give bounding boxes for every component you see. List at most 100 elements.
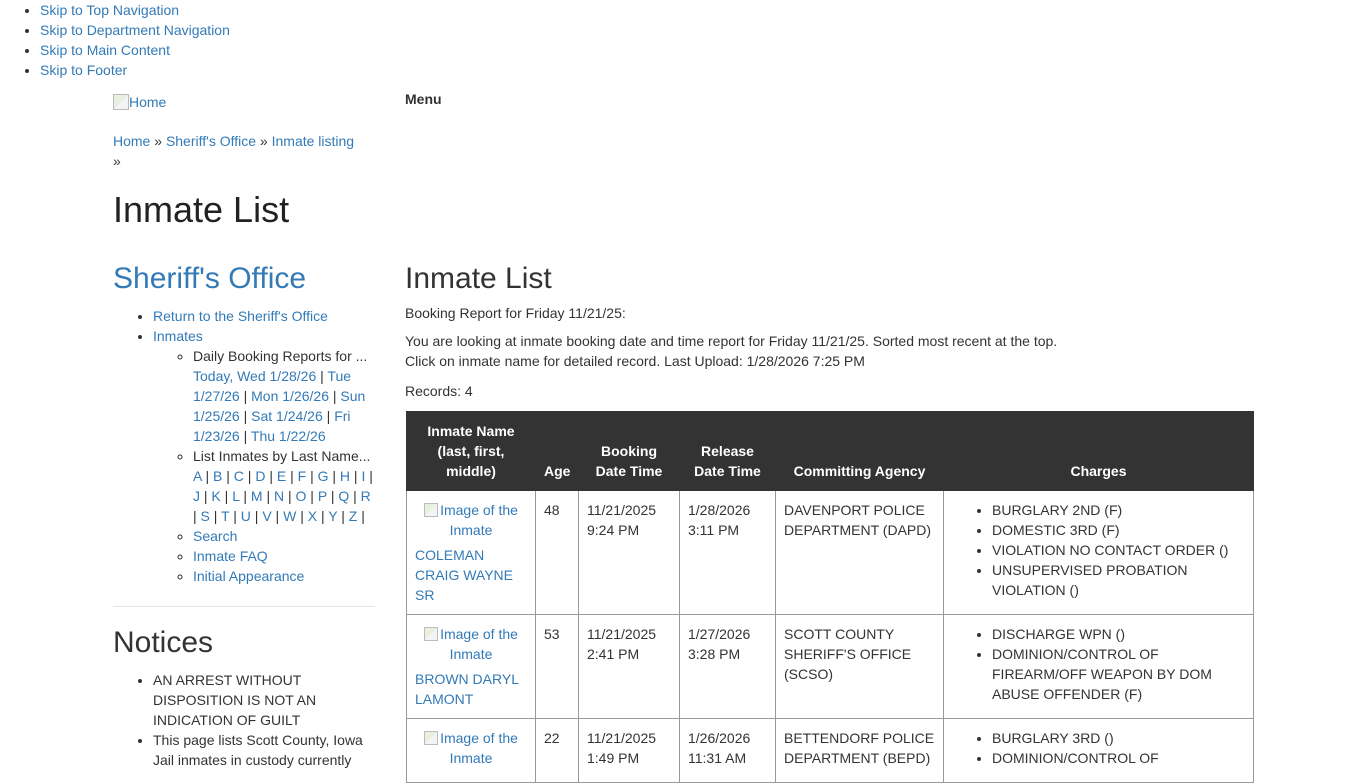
home-logo-link[interactable]: Home: [113, 92, 166, 112]
charge-item: VIOLATION NO CONTACT ORDER (): [992, 540, 1245, 560]
release-time: 3:28 PM: [688, 646, 741, 662]
letter-link-j[interactable]: J: [193, 488, 200, 504]
skip-link-item[interactable]: Skip to Department Navigation: [40, 20, 340, 40]
letter-link-p[interactable]: P: [318, 488, 327, 504]
release-datetime-cell: 1/28/2026 3:11 PM: [679, 490, 776, 615]
letter-link-m[interactable]: M: [251, 488, 263, 504]
letter-link-w[interactable]: W: [283, 508, 296, 524]
broken-image-icon: [424, 731, 439, 745]
charge-item: UNSUPERVISED PROBATION VIOLATION (): [992, 560, 1245, 600]
table-row: Image of the Inmate 22 11/21/2025 1:49 P…: [406, 718, 1254, 783]
release-datetime-cell: 1/27/2026 3:28 PM: [679, 614, 776, 719]
letter-link-d[interactable]: D: [255, 468, 265, 484]
inmate-age: 22: [535, 718, 579, 783]
skip-to-top-nav-link[interactable]: Skip to Top Navigation: [40, 2, 179, 18]
breadcrumb-sheriffs-office[interactable]: Sheriff's Office: [166, 133, 256, 149]
letter-link-x[interactable]: X: [308, 508, 317, 524]
column-header-booking[interactable]: Booking Date Time: [578, 411, 680, 491]
letter-link-y[interactable]: Y: [328, 508, 337, 524]
menu-button[interactable]: Menu: [405, 91, 442, 107]
daily-link-mon[interactable]: Mon 1/26/26: [251, 388, 329, 404]
breadcrumb-inmate-listing[interactable]: Inmate listing: [272, 133, 354, 149]
skip-to-dept-nav-link[interactable]: Skip to Department Navigation: [40, 22, 230, 38]
skip-to-main-link[interactable]: Skip to Main Content: [40, 42, 170, 58]
inmate-name-cell: Image of the Inmate COLEMAN CRAIG WAYNE …: [406, 490, 536, 615]
sidebar-item-faq[interactable]: Inmate FAQ: [193, 546, 375, 566]
letter-link-q[interactable]: Q: [338, 488, 349, 504]
sidebar-item-list-by-name: List Inmates by Last Name... A | B | C |…: [193, 446, 375, 526]
letter-link-c[interactable]: C: [234, 468, 244, 484]
breadcrumb-separator: »: [154, 133, 163, 149]
sidebar-item-return[interactable]: Return to the Sheriff's Office: [153, 306, 375, 326]
inmate-name-link[interactable]: COLEMAN CRAIG WAYNE SR: [415, 545, 527, 605]
skip-link-item[interactable]: Skip to Main Content: [40, 40, 340, 60]
inmate-name-link[interactable]: BROWN DARYL LAMONT: [415, 669, 527, 709]
skip-link-item[interactable]: Skip to Footer: [40, 60, 340, 80]
letter-separator: |: [243, 468, 256, 484]
letter-link-h[interactable]: H: [340, 468, 350, 484]
letter-link-k[interactable]: K: [211, 488, 220, 504]
release-datetime-cell: 1/26/2026 11:31 AM: [679, 718, 776, 783]
notice-item: This page lists Scott County, Iowa Jail …: [153, 730, 375, 770]
booking-datetime-cell: 11/21/2025 1:49 PM: [578, 718, 680, 783]
inmate-faq-link[interactable]: Inmate FAQ: [193, 548, 268, 564]
column-header-agency[interactable]: Committing Agency: [775, 411, 944, 491]
table-row: Image of the Inmate COLEMAN CRAIG WAYNE …: [406, 490, 1254, 615]
department-title-link[interactable]: Sheriff's Office: [113, 262, 306, 295]
inmates-link[interactable]: Inmates: [153, 328, 203, 344]
charges-list: DISCHARGE WPN ()DOMINION/CONTROL OF FIRE…: [952, 624, 1245, 704]
letter-link-e[interactable]: E: [277, 468, 286, 484]
letter-link-s[interactable]: S: [201, 508, 210, 524]
letter-separator: |: [209, 508, 222, 524]
column-header-release[interactable]: Release Date Time: [679, 411, 776, 491]
inmate-photo-link[interactable]: Image of the Inmate: [415, 500, 527, 540]
letter-separator: |: [250, 508, 263, 524]
report-description: You are looking at inmate booking date a…: [405, 331, 1265, 371]
letter-links: A | B | C | D | E | F | G | H | I | J | …: [193, 468, 373, 524]
sidebar-item-inmates[interactable]: Inmates Daily Booking Reports for ... To…: [153, 326, 375, 586]
column-header-charges[interactable]: Charges: [943, 411, 1254, 491]
breadcrumb-home[interactable]: Home: [113, 133, 150, 149]
table-body: Image of the Inmate COLEMAN CRAIG WAYNE …: [406, 490, 1254, 783]
booking-date: 11/21/2025: [587, 730, 657, 746]
inmate-photo-link[interactable]: Image of the Inmate: [415, 624, 527, 664]
inmate-photo-alt: Image of the Inmate: [440, 626, 518, 662]
records-count: Records: 4: [405, 383, 473, 399]
letter-link-r[interactable]: R: [361, 488, 371, 504]
inmate-table: Inmate Name (last, first, middle) Age Bo…: [406, 411, 1254, 783]
letter-link-u[interactable]: U: [241, 508, 251, 524]
skip-to-footer-link[interactable]: Skip to Footer: [40, 62, 127, 78]
inmate-photo-link[interactable]: Image of the Inmate: [415, 728, 527, 768]
letter-separator: |: [326, 488, 339, 504]
charges-cell: BURGLARY 2ND (F)DOMESTIC 3RD (F)VIOLATIO…: [943, 490, 1254, 615]
skip-link-item[interactable]: Skip to Top Navigation: [40, 0, 340, 20]
letter-link-f[interactable]: F: [298, 468, 307, 484]
daily-link-today[interactable]: Today, Wed 1/28/26: [193, 368, 316, 384]
search-link[interactable]: Search: [193, 528, 237, 544]
daily-link-thu[interactable]: Thu 1/22/26: [251, 428, 326, 444]
return-to-sheriffs-office-link[interactable]: Return to the Sheriff's Office: [153, 308, 328, 324]
charges-list: BURGLARY 3RD ()DOMINION/CONTROL OF: [952, 728, 1245, 768]
sidebar-item-search[interactable]: Search: [193, 526, 375, 546]
letter-link-a[interactable]: A: [193, 468, 202, 484]
letter-separator: |: [317, 508, 329, 524]
broken-image-icon: [424, 503, 439, 517]
daily-link-sat[interactable]: Sat 1/24/26: [251, 408, 323, 424]
inmate-photo-alt: Image of the Inmate: [440, 730, 518, 766]
letter-link-v[interactable]: V: [262, 508, 271, 524]
letter-separator: |: [357, 508, 365, 524]
release-date: 1/28/2026: [688, 502, 751, 518]
column-header-age[interactable]: Age: [535, 411, 579, 491]
letter-separator: |: [306, 468, 318, 484]
charges-cell: BURGLARY 3RD ()DOMINION/CONTROL OF: [943, 718, 1254, 783]
department-title: Sheriff's Office: [113, 258, 306, 300]
letter-link-b[interactable]: B: [213, 468, 222, 484]
letter-link-n[interactable]: N: [274, 488, 284, 504]
letter-link-g[interactable]: G: [318, 468, 329, 484]
charge-item: DOMINION/CONTROL OF: [992, 748, 1245, 768]
initial-appearance-link[interactable]: Initial Appearance: [193, 568, 304, 584]
letter-separator: |: [365, 468, 373, 484]
column-header-name[interactable]: Inmate Name (last, first, middle): [406, 411, 536, 491]
sidebar-item-initial-appearance[interactable]: Initial Appearance: [193, 566, 375, 586]
letter-link-o[interactable]: O: [296, 488, 307, 504]
